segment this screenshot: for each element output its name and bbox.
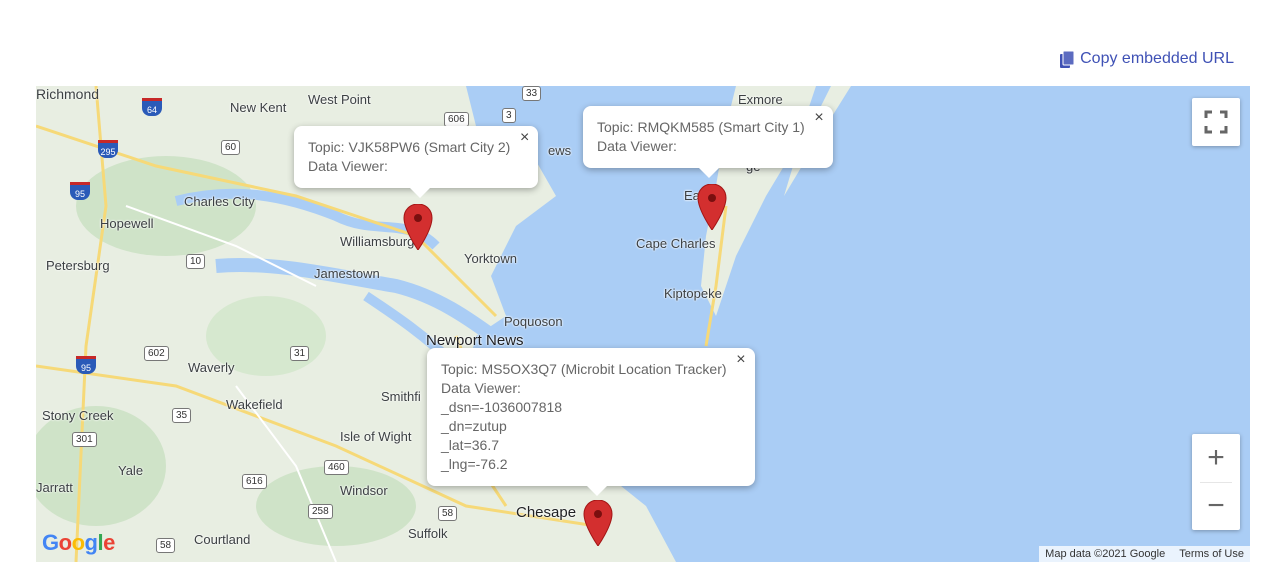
route-shield: 606 <box>444 112 469 127</box>
close-icon[interactable]: × <box>520 130 529 146</box>
popup-tail <box>410 188 430 198</box>
marker-info-window: × Topic: MS5OX3Q7 (Microbit Location Tra… <box>427 348 755 496</box>
place-label: Jamestown <box>314 266 380 281</box>
app-frame: Copy embedded URL Richmond New Kent West… <box>0 0 1280 588</box>
fullscreen-button[interactable] <box>1192 98 1240 146</box>
place-label: Exmore <box>738 92 783 107</box>
popup-tail <box>699 168 719 178</box>
place-label: Hopewell <box>100 216 154 231</box>
interstate-shield: 95 <box>76 356 96 374</box>
map-marker-pin[interactable] <box>403 204 433 250</box>
popup-data-viewer: Data Viewer: <box>441 380 521 396</box>
route-shield: 460 <box>324 460 349 475</box>
place-label: Wakefield <box>226 397 283 412</box>
close-icon[interactable]: × <box>736 352 745 368</box>
popup-data-viewer: Data Viewer: <box>597 138 677 154</box>
place-label: Richmond <box>36 86 100 102</box>
marker-info-window: × Topic: RMQKM585 (Smart City 1) Data Vi… <box>583 106 833 178</box>
popup-topic: Topic: VJK58PW6 (Smart City 2) <box>308 139 511 155</box>
route-shield: 602 <box>144 346 169 361</box>
route-shield: 31 <box>290 346 310 361</box>
place-label: Yorktown <box>464 251 517 266</box>
map-canvas[interactable]: Richmond New Kent West Point Exmore Char… <box>36 86 1250 562</box>
fullscreen-icon <box>1204 110 1228 134</box>
popup-field-lat: _lat=36.7 <box>441 437 499 453</box>
map-attribution: Map data ©2021 Google Terms of Use <box>1039 546 1250 562</box>
place-label: Jarratt <box>36 480 73 495</box>
popup-field-lng: _lng=-76.2 <box>441 456 508 472</box>
map-data-credit: Map data ©2021 Google <box>1045 548 1166 560</box>
place-label: Chesape <box>516 504 577 521</box>
popup-topic: Topic: MS5OX3Q7 (Microbit Location Track… <box>441 361 727 377</box>
route-shield: 60 <box>221 140 241 155</box>
zoom-out-button[interactable]: − <box>1192 482 1240 530</box>
map-marker-pin[interactable] <box>697 184 727 230</box>
place-label: Newport News <box>426 332 524 349</box>
route-shield: 35 <box>172 408 192 423</box>
popup-tail <box>587 486 607 496</box>
route-shield: 10 <box>186 254 206 269</box>
place-label: Yale <box>118 463 144 478</box>
route-shield: 58 <box>438 506 458 521</box>
copy-embedded-url-label: Copy embedded URL <box>1080 50 1234 67</box>
place-label: Suffolk <box>408 526 448 541</box>
route-shield: 3 <box>502 108 516 123</box>
copy-icon <box>1060 50 1075 68</box>
route-shield: 33 <box>522 86 542 101</box>
close-icon[interactable]: × <box>814 110 823 126</box>
place-label: Waverly <box>188 360 235 375</box>
route-shield: 616 <box>242 474 267 489</box>
copy-embedded-url-button[interactable]: Copy embedded URL <box>1060 50 1234 68</box>
popup-field-dn: _dn=zutup <box>441 418 507 434</box>
place-label: West Point <box>308 92 371 107</box>
place-label: Stony Creek <box>42 408 114 423</box>
route-shield: 301 <box>72 432 97 447</box>
popup-topic: Topic: RMQKM585 (Smart City 1) <box>597 119 805 135</box>
place-label: Windsor <box>340 483 388 498</box>
terms-of-use-link[interactable]: Terms of Use <box>1179 548 1244 560</box>
popup-field-dsn: _dsn=-1036007818 <box>441 399 563 415</box>
place-label: Isle of Wight <box>340 429 412 444</box>
place-label: ews <box>548 143 572 158</box>
zoom-in-button[interactable]: + <box>1192 434 1240 482</box>
place-label: Kiptopeke <box>664 286 722 301</box>
interstate-shield: 64 <box>142 98 162 116</box>
place-label: Petersburg <box>46 258 110 273</box>
interstate-shield: 295 <box>98 140 118 158</box>
marker-info-window: × Topic: VJK58PW6 (Smart City 2) Data Vi… <box>294 126 539 198</box>
place-label: Smithfi <box>381 389 421 404</box>
map-marker-pin[interactable] <box>583 500 613 546</box>
place-label: New Kent <box>230 100 287 115</box>
place-label: Cape Charles <box>636 236 716 251</box>
popup-data-viewer: Data Viewer: <box>308 158 388 174</box>
google-logo: Google <box>42 530 115 555</box>
route-shield: 258 <box>308 504 333 519</box>
zoom-control: + − <box>1192 434 1240 530</box>
zoom-divider <box>1200 482 1232 483</box>
place-label: Poquoson <box>504 314 563 329</box>
interstate-shield: 95 <box>70 182 90 200</box>
route-shield: 58 <box>156 538 176 553</box>
place-label: Charles City <box>184 194 255 209</box>
place-label: Courtland <box>194 532 251 547</box>
